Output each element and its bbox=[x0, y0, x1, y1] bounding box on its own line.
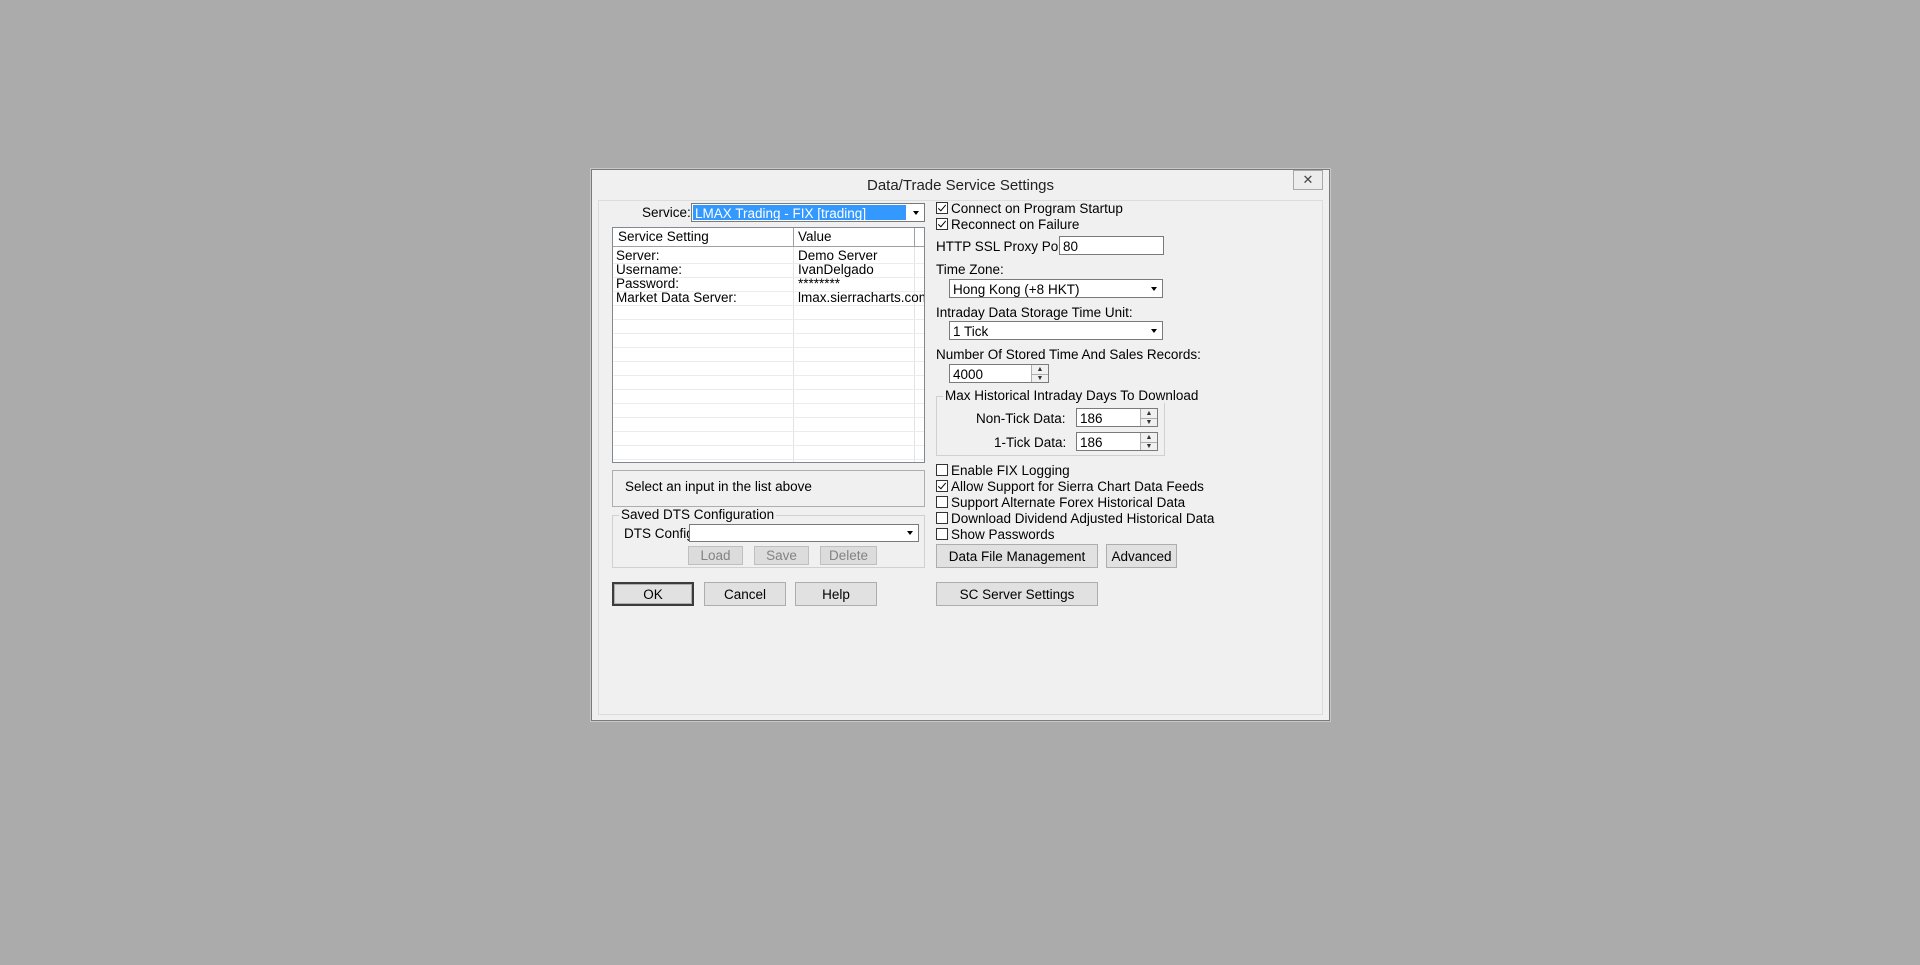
grid-header: Service Setting Value bbox=[613, 228, 924, 247]
show-passwords-label[interactable]: Show Passwords bbox=[951, 527, 1055, 542]
proxy-port-value: 80 bbox=[1063, 239, 1079, 254]
advanced-button[interactable]: Advanced bbox=[1106, 544, 1177, 568]
dts-config-dropdown-arrow[interactable] bbox=[902, 526, 917, 540]
spin-down-icon[interactable]: ▼ bbox=[1141, 442, 1157, 451]
proxy-port-input[interactable]: 80 bbox=[1059, 236, 1164, 255]
stored-records-label: Number Of Stored Time And Sales Records: bbox=[936, 347, 1201, 362]
historical-days-group: Max Historical Intraday Days To Download… bbox=[936, 388, 1201, 456]
spin-down-icon[interactable]: ▼ bbox=[1141, 418, 1157, 427]
one-tick-value: 186 bbox=[1080, 435, 1103, 450]
connect-on-startup-label[interactable]: Connect on Program Startup bbox=[951, 201, 1123, 216]
non-tick-spinner[interactable]: ▲ ▼ bbox=[1140, 409, 1157, 426]
grid-body: Server: Demo Server Username: IvanDelgad… bbox=[613, 247, 924, 462]
one-tick-label: 1-Tick Data: bbox=[994, 435, 1067, 450]
one-tick-input[interactable]: 186 ▲ ▼ bbox=[1076, 432, 1158, 451]
time-zone-dropdown-arrow[interactable] bbox=[1146, 281, 1161, 296]
title-bar: Data/Trade Service Settings ✕ bbox=[592, 170, 1329, 200]
help-button[interactable]: Help bbox=[795, 582, 877, 606]
allow-sc-data-feeds-checkbox[interactable] bbox=[936, 480, 948, 492]
close-icon: ✕ bbox=[1302, 172, 1314, 187]
cancel-button[interactable]: Cancel bbox=[704, 582, 786, 606]
non-tick-label: Non-Tick Data: bbox=[976, 411, 1066, 426]
storage-unit-dropdown[interactable]: 1 Tick bbox=[949, 321, 1163, 340]
setting-description: Select an input in the list above bbox=[625, 479, 812, 494]
ok-button[interactable]: OK bbox=[612, 582, 694, 606]
proxy-port-label: HTTP SSL Proxy Port: bbox=[936, 239, 1071, 254]
connect-on-startup-checkbox[interactable] bbox=[936, 202, 948, 214]
enable-fix-logging-checkbox[interactable] bbox=[936, 464, 948, 476]
saved-dts-title: Saved DTS Configuration bbox=[619, 507, 777, 522]
storage-unit-dropdown-arrow[interactable] bbox=[1146, 323, 1161, 338]
chevron-down-icon bbox=[1150, 328, 1157, 333]
dts-config-label: DTS Config: bbox=[624, 526, 698, 541]
service-dropdown-arrow[interactable] bbox=[908, 205, 923, 220]
historical-days-title: Max Historical Intraday Days To Download bbox=[943, 388, 1201, 403]
non-tick-input[interactable]: 186 ▲ ▼ bbox=[1076, 408, 1158, 427]
data-file-management-button[interactable]: Data File Management bbox=[936, 544, 1098, 568]
sc-server-settings-button[interactable]: SC Server Settings bbox=[936, 582, 1098, 606]
storage-unit-value: 1 Tick bbox=[953, 324, 989, 339]
service-label: Service: bbox=[642, 205, 691, 220]
dts-config-dropdown[interactable] bbox=[689, 524, 919, 542]
service-settings-grid[interactable]: Service Setting Value Server: Demo Serve… bbox=[612, 227, 925, 463]
chevron-down-icon bbox=[912, 210, 919, 215]
service-settings-dialog: Data/Trade Service Settings ✕ Service: L… bbox=[591, 169, 1330, 721]
chevron-down-icon bbox=[906, 531, 913, 535]
table-row[interactable] bbox=[613, 443, 924, 460]
time-zone-dropdown[interactable]: Hong Kong (+8 HKT) bbox=[949, 279, 1163, 298]
stored-records-value: 4000 bbox=[953, 367, 984, 382]
header-divider[interactable] bbox=[914, 228, 915, 246]
header-value[interactable]: Value bbox=[798, 229, 832, 244]
alternate-forex-label[interactable]: Support Alternate Forex Historical Data bbox=[951, 495, 1185, 510]
alternate-forex-checkbox[interactable] bbox=[936, 496, 948, 508]
reconnect-on-failure-label[interactable]: Reconnect on Failure bbox=[951, 217, 1079, 232]
one-tick-spinner[interactable]: ▲ ▼ bbox=[1140, 433, 1157, 450]
service-dropdown[interactable]: LMAX Trading - FIX [trading] bbox=[691, 203, 925, 222]
reconnect-on-failure-checkbox[interactable] bbox=[936, 218, 948, 230]
stored-records-spinner[interactable]: ▲ ▼ bbox=[1031, 365, 1048, 382]
setting-description-box: Select an input in the list above bbox=[612, 470, 925, 507]
spin-down-icon[interactable]: ▼ bbox=[1032, 374, 1048, 383]
non-tick-value: 186 bbox=[1080, 411, 1103, 426]
allow-sc-data-feeds-label[interactable]: Allow Support for Sierra Chart Data Feed… bbox=[951, 479, 1204, 494]
time-zone-value: Hong Kong (+8 HKT) bbox=[953, 282, 1080, 297]
saved-dts-group: Saved DTS Configuration DTS Config: Load… bbox=[612, 507, 925, 568]
enable-fix-logging-label[interactable]: Enable FIX Logging bbox=[951, 463, 1070, 478]
show-passwords-checkbox[interactable] bbox=[936, 528, 948, 540]
dividend-adjusted-label[interactable]: Download Dividend Adjusted Historical Da… bbox=[951, 511, 1214, 526]
dialog-client: Service: LMAX Trading - FIX [trading] Se… bbox=[598, 200, 1323, 715]
dialog-title: Data/Trade Service Settings bbox=[866, 177, 1055, 194]
close-button[interactable]: ✕ bbox=[1293, 170, 1323, 190]
header-service-setting[interactable]: Service Setting bbox=[618, 229, 709, 244]
chevron-down-icon bbox=[1150, 286, 1157, 291]
load-button[interactable]: Load bbox=[688, 546, 743, 565]
service-value: LMAX Trading - FIX [trading] bbox=[693, 205, 906, 221]
stored-records-input[interactable]: 4000 ▲ ▼ bbox=[949, 364, 1049, 383]
save-button[interactable]: Save bbox=[754, 546, 809, 565]
delete-button[interactable]: Delete bbox=[820, 546, 877, 565]
header-divider[interactable] bbox=[793, 228, 794, 246]
time-zone-label: Time Zone: bbox=[936, 262, 1004, 277]
storage-unit-label: Intraday Data Storage Time Unit: bbox=[936, 305, 1133, 320]
dividend-adjusted-checkbox[interactable] bbox=[936, 512, 948, 524]
